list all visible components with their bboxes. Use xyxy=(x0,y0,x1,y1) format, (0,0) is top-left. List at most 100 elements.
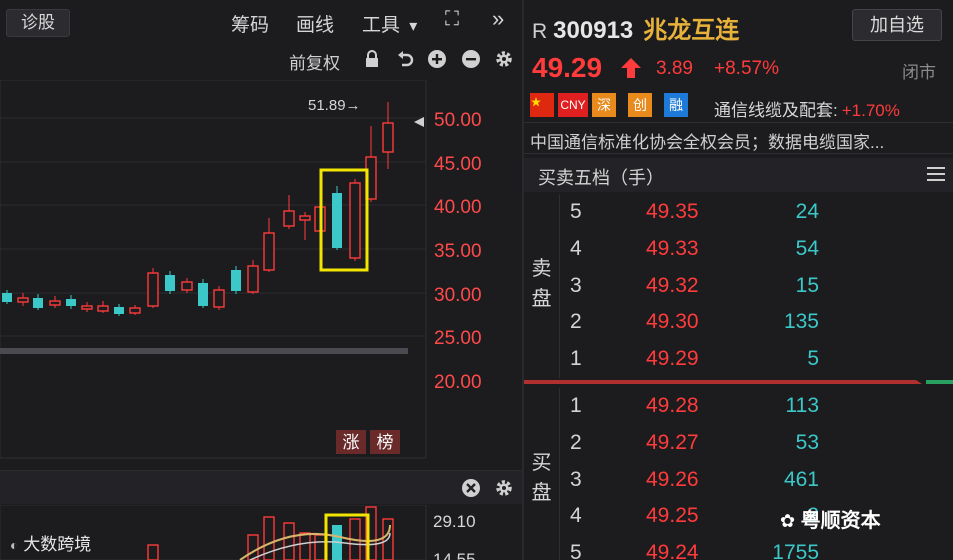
bid-row[interactable]: 2 49.27 53 xyxy=(560,425,953,462)
draw-line-button[interactable]: 画线 xyxy=(296,10,334,37)
fullscreen-icon[interactable]: ⛶ xyxy=(445,8,459,31)
limit-up-badge-1-text: 涨 xyxy=(343,433,360,452)
high-price-label: 51.89→ xyxy=(308,97,361,114)
price-adjust-selector[interactable]: 前复权 xyxy=(289,49,340,74)
stock-name: 兆龙互连 xyxy=(643,17,740,44)
candle-body xyxy=(49,300,61,306)
level-volume: 24 xyxy=(795,200,819,223)
price-change-percent: +8.57% xyxy=(714,58,779,79)
level-volume: 135 xyxy=(783,310,819,334)
indicator-settings-gear-icon[interactable] xyxy=(493,477,515,499)
candle-body xyxy=(2,293,12,302)
candle-body xyxy=(213,289,225,308)
watermark-left: ◐ 大数跨境 xyxy=(10,530,91,555)
level-price: 49.35 xyxy=(646,200,699,223)
level-number: 1 xyxy=(570,347,582,371)
logo-icon: ◐ xyxy=(10,537,19,553)
bid-row[interactable]: 3 49.26 461 xyxy=(560,462,953,499)
bid-row[interactable]: 1 49.28 113 xyxy=(560,388,953,425)
candle-body xyxy=(283,210,295,227)
watermark-right: ✿ 粤顺资本 xyxy=(780,504,881,533)
zoom-in-icon[interactable] xyxy=(426,48,448,70)
r-badge: R xyxy=(532,20,548,43)
level-volume: 53 xyxy=(795,430,819,454)
tag-chinext[interactable]: 创 xyxy=(628,93,652,117)
level-volume: 1755 xyxy=(772,541,819,560)
candle-body xyxy=(247,265,259,293)
sector-info[interactable]: 通信线缆及配套: +1.70% xyxy=(714,96,900,121)
tag-margin[interactable]: 融 xyxy=(664,93,688,117)
close-indicator-icon[interactable] xyxy=(460,477,482,499)
candle-body xyxy=(33,298,43,308)
price-tick-label: 40.00 xyxy=(434,197,482,218)
level-number: 2 xyxy=(570,310,582,334)
level-price: 49.28 xyxy=(646,394,699,417)
orderbook-title: 买卖五档（手） xyxy=(538,168,664,188)
undo-icon[interactable] xyxy=(394,48,416,70)
level-price: 49.29 xyxy=(646,347,699,371)
zoom-out-icon[interactable] xyxy=(460,48,482,70)
diagnose-button[interactable]: 诊股 xyxy=(6,9,70,37)
tag-cny[interactable]: CNY xyxy=(558,93,588,117)
candle-body xyxy=(17,297,29,303)
candle-body xyxy=(114,307,124,314)
ask-row[interactable]: 5 49.35 24 xyxy=(560,194,953,231)
candle-body xyxy=(81,305,93,310)
candlestick-chart[interactable]: 50.00 45.00 40.00 35.00 30.00 25.00 20.00 51.8… xyxy=(0,80,522,460)
menu-icon[interactable] xyxy=(927,167,945,181)
candle-body xyxy=(332,193,342,248)
ask-row[interactable]: 4 49.33 54 xyxy=(560,231,953,268)
level-volume: 113 xyxy=(785,394,819,417)
level-number: 4 xyxy=(570,236,582,260)
price-tick-label: 35.00 xyxy=(434,241,482,262)
level-number: 5 xyxy=(570,200,582,223)
bid-row[interactable]: 4 49.25 2 xyxy=(560,498,953,535)
market-status: 闭市 xyxy=(902,63,936,82)
chips-button[interactable]: 筹码 xyxy=(231,10,269,37)
watermark-left-text: 大数跨境 xyxy=(23,535,92,554)
company-description[interactable]: 中国通信标准化协会全权会员；数据电缆国家... xyxy=(524,122,953,154)
chart-toolbar: 诊股 筹码 画线 工具 ▾ ⛶ » xyxy=(0,0,522,44)
level-volume: 461 xyxy=(783,467,819,491)
level-price: 49.25 xyxy=(646,504,699,528)
level-volume: 15 xyxy=(795,273,819,297)
bid-ask-ratio-bar xyxy=(524,380,953,384)
volume-tick-mid: 14.55 xyxy=(433,550,476,560)
price-axis: 50.00 45.00 40.00 35.00 30.00 25.00 20.00 xyxy=(434,110,482,393)
level-price: 49.33 xyxy=(646,236,699,260)
ask-row[interactable]: 1 49.29 5 xyxy=(560,341,953,378)
horizontal-scroll-bar[interactable] xyxy=(0,348,408,354)
chart-grid xyxy=(0,117,426,337)
tools-menu[interactable]: 工具 ▾ xyxy=(362,10,417,37)
candle-body xyxy=(382,122,394,153)
volume-tick-top: 29.10 xyxy=(433,512,476,531)
buy-side-label: 买 盘 xyxy=(524,388,560,560)
chart-panel: 诊股 筹码 画线 工具 ▾ ⛶ » 前复权 50.00 45.00 40.00 … xyxy=(0,0,522,560)
buy-label-char-2: 盘 xyxy=(531,482,552,504)
level-price: 49.27 xyxy=(646,430,699,454)
price-change: 3.89 xyxy=(656,58,693,79)
settings-gear-icon[interactable] xyxy=(493,48,515,70)
ask-row[interactable]: 3 49.32 15 xyxy=(560,268,953,305)
sector-name: 通信线缆及配套: xyxy=(714,101,838,120)
bid-row[interactable]: 5 49.24 1755 xyxy=(560,535,953,560)
add-to-watchlist-button[interactable]: 加自选 xyxy=(852,9,942,41)
sell-label-char-1: 卖 xyxy=(531,258,552,280)
tag-shenzhen[interactable]: 深 xyxy=(592,93,616,117)
level-number: 5 xyxy=(570,541,582,560)
level-number: 4 xyxy=(570,504,582,528)
price-tick-label: 45.00 xyxy=(434,154,482,175)
sector-change: +1.70% xyxy=(841,101,900,120)
level-price: 49.32 xyxy=(646,273,699,297)
lock-icon[interactable] xyxy=(361,48,383,70)
ask-row[interactable]: 2 49.30 135 xyxy=(560,304,953,341)
quote-panel: R 300913 兆龙互连 加自选 49.29 3.89 +8.57% 闭市 CNY… xyxy=(522,0,953,560)
level-price: 49.24 xyxy=(646,541,699,560)
level-number: 3 xyxy=(570,273,582,297)
price-tick-label: 30.00 xyxy=(434,285,482,306)
level-volume: 5 xyxy=(807,347,819,371)
more-icon[interactable]: » xyxy=(492,6,504,32)
orderbook-header: 买卖五档（手） xyxy=(524,158,953,192)
last-price: 49.29 xyxy=(532,52,603,83)
candle-body xyxy=(231,270,241,291)
